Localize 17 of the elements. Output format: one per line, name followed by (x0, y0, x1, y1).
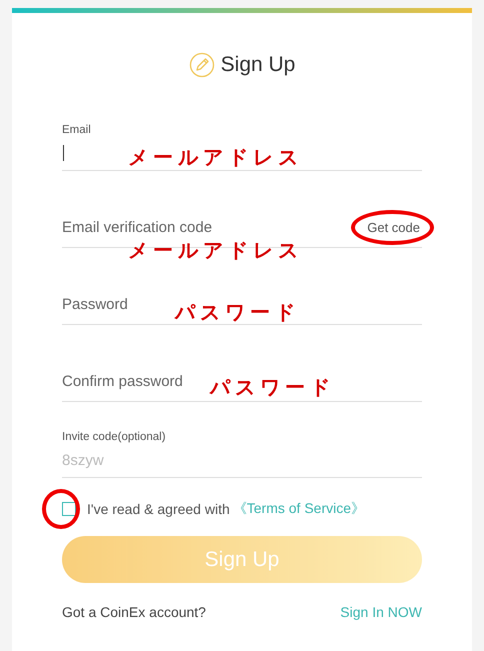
agreement-text: I've read & agreed with (87, 501, 230, 517)
field-label: Invite code(optional) (62, 431, 167, 443)
annotation-text: パスワード (175, 301, 300, 323)
pencil-icon (188, 52, 215, 78)
input-field[interactable]: Password (62, 296, 153, 312)
input-field[interactable]: Email verification code (62, 218, 288, 236)
input-field[interactable]: 8szyw (62, 452, 126, 468)
account-prompt: Got a CoinEx account? (62, 604, 206, 620)
agree-checkbox[interactable] (62, 502, 76, 516)
terms-link[interactable]: 《Terms of Service》 (232, 500, 366, 518)
field-label: Email (62, 124, 92, 136)
page-title: Sign Up (220, 53, 296, 77)
get-code-button[interactable]: Get code (365, 220, 422, 234)
annotation-text: メールアドレス (128, 146, 303, 168)
annotation-text: メールアドレス (128, 239, 303, 261)
sign-in-link[interactable]: Sign In NOW (340, 604, 422, 620)
annotation-text: パスワード (210, 376, 335, 398)
